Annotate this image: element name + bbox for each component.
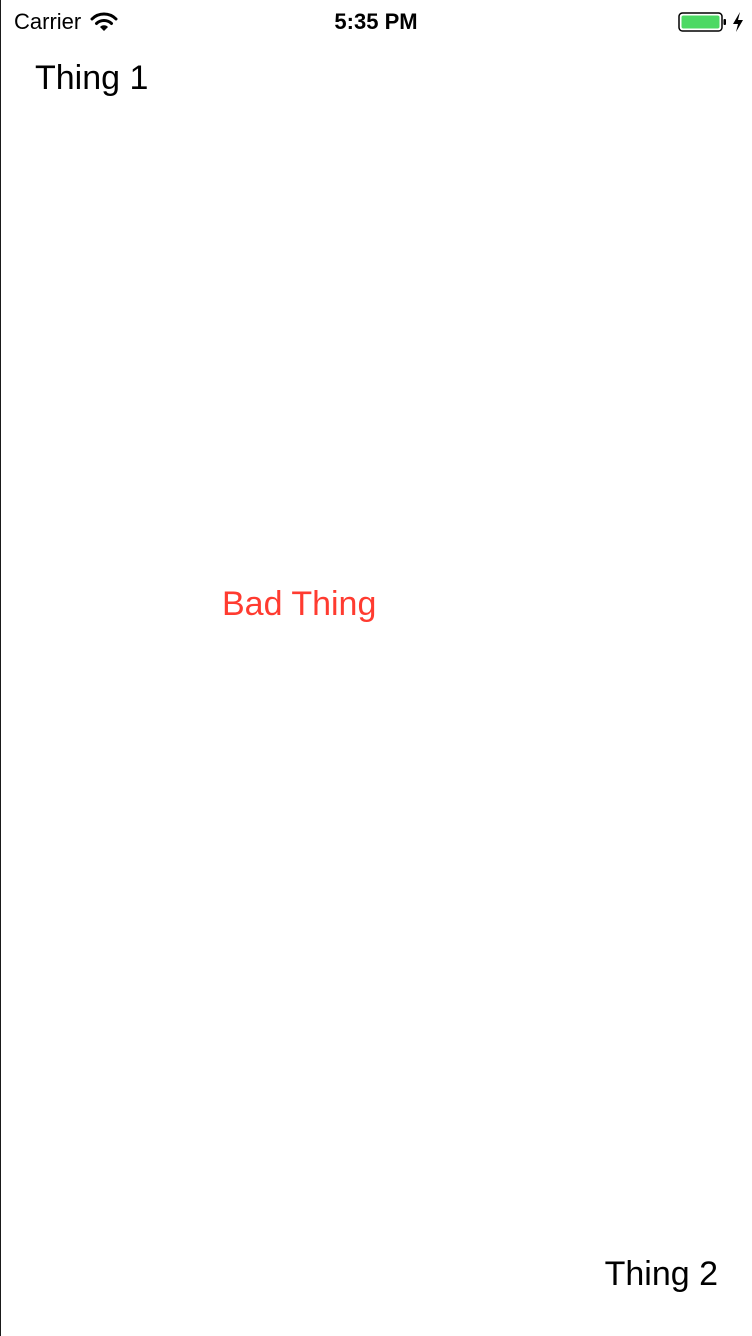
charging-bolt-icon (733, 12, 743, 32)
battery-group (678, 11, 744, 33)
status-bar: Carrier 5:35 PM (0, 0, 752, 44)
thing-2-label: Thing 2 (604, 1255, 718, 1293)
bad-thing-label: Bad Thing (222, 585, 377, 623)
thing-1-label: Thing 1 (35, 59, 149, 97)
left-edge-divider (0, 0, 1, 1336)
status-time: 5:35 PM (334, 9, 418, 34)
battery-icon (678, 12, 726, 32)
